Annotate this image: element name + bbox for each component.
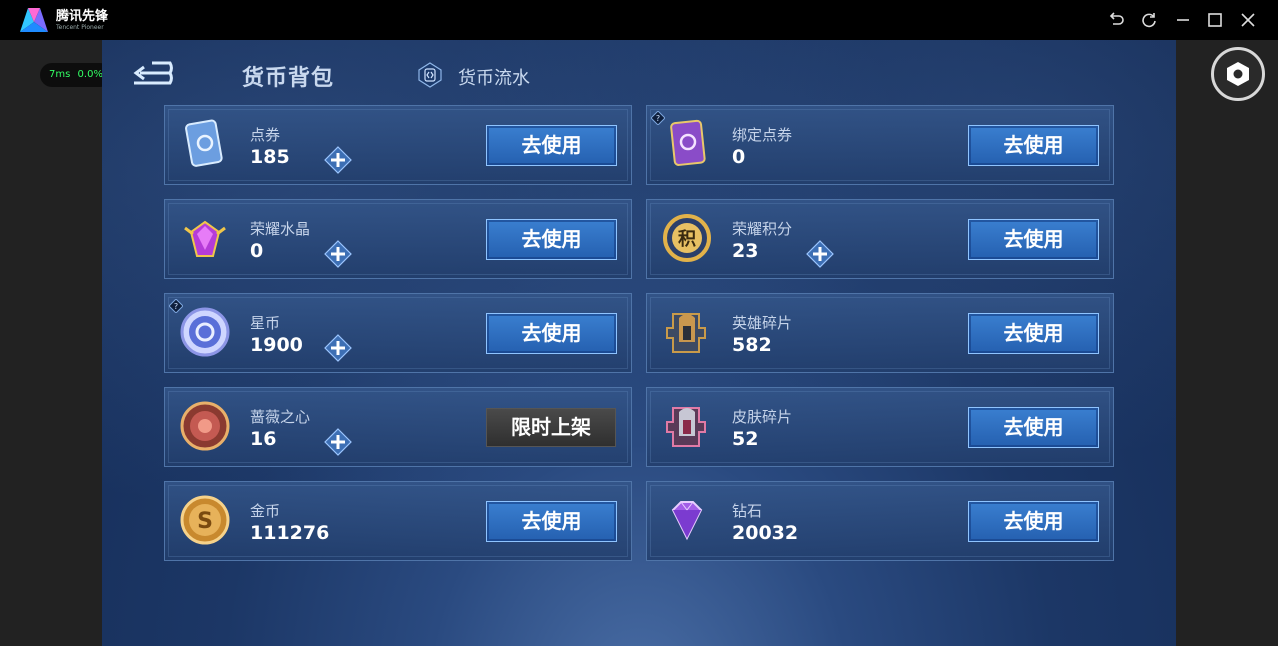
star-coin-icon [177,304,233,360]
currency-name: 钻石 [732,502,763,520]
currency-name: 英雄碎片 [732,314,793,332]
hexagon-icon [1227,62,1249,86]
app-subtitle: Tencent Pioneer [56,24,104,31]
add-currency-button[interactable] [806,240,834,268]
currency-history-link[interactable]: 货币流水 [458,64,530,90]
currency-amount: 0 [732,146,746,168]
app-name: 腾讯先锋 [56,9,109,24]
currency-amount: 1900 [250,334,303,356]
currency-history-icon[interactable] [418,62,442,88]
currency-card: 积 荣耀积分 23 去使用 [646,199,1114,279]
add-currency-button[interactable] [324,428,352,456]
add-currency-button[interactable] [324,334,352,362]
add-currency-button[interactable] [324,146,352,174]
close-icon[interactable] [1238,10,1258,30]
currency-amount: 582 [732,334,772,356]
limited-time-button[interactable]: 限时上架 [486,408,616,447]
loss-value: 0.0% [77,69,103,80]
back-icon[interactable] [1106,10,1126,30]
voucher-icon [177,116,233,172]
use-button[interactable]: 去使用 [968,313,1099,354]
currency-name: 皮肤碎片 [732,408,793,426]
bound-voucher-icon [659,116,715,172]
minimize-icon[interactable] [1173,10,1193,30]
use-button[interactable]: 去使用 [968,219,1099,260]
currency-name: 荣耀积分 [732,220,793,238]
currency-card: 英雄碎片 582 去使用 [646,293,1114,373]
currency-name: 金币 [250,502,281,520]
page-title: 货币背包 [242,66,335,91]
glory-points-icon: 积 [659,210,715,266]
app-logo-icon [18,6,50,34]
currency-amount: 111276 [250,522,330,544]
maximize-icon[interactable] [1205,10,1225,30]
svg-text:S: S [197,509,213,534]
currency-card: ? 绑定点券 0 去使用 [646,105,1114,185]
svg-text:积: 积 [678,229,696,250]
use-button[interactable]: 去使用 [486,125,617,166]
refresh-icon[interactable] [1139,10,1159,30]
currency-amount: 20032 [732,522,799,544]
plus-icon [324,240,352,268]
currency-amount: 185 [250,146,290,168]
currency-amount: 23 [732,240,759,262]
use-button[interactable]: 去使用 [486,219,617,260]
emulator-titlebar: 腾讯先锋 Tencent Pioneer [0,0,1278,40]
currency-name: 绑定点券 [732,126,793,144]
currency-name: 蔷薇之心 [250,408,311,426]
currency-name: 点券 [250,126,281,144]
use-button[interactable]: 去使用 [968,125,1099,166]
currency-name: 荣耀水晶 [250,220,311,238]
use-button[interactable]: 去使用 [968,407,1099,448]
currency-card: S 金币 111276 去使用 [164,481,632,561]
use-button[interactable]: 去使用 [486,501,617,542]
game-screen: 货币背包 货币流水 点券 185 去使用? 绑定点券 0 去使用 荣耀水晶 0 去使用积荣耀积分… [102,40,1176,646]
rose-heart-icon [177,398,233,454]
skin-shard-icon [659,398,715,454]
currency-card: 点券 185 去使用 [164,105,632,185]
add-currency-button[interactable] [324,240,352,268]
currency-card: 钻石 20032 去使用 [646,481,1114,561]
diamond-icon [659,492,715,548]
floating-menu-button[interactable] [1211,47,1265,101]
currency-card: ? 星币 1900 去使用 [164,293,632,373]
plus-icon [324,334,352,362]
hero-shard-icon [659,304,715,360]
currency-card: 蔷薇之心 16 限时上架 [164,387,632,467]
plus-icon [324,428,352,456]
currency-card: 皮肤碎片 52 去使用 [646,387,1114,467]
return-button[interactable] [130,58,184,88]
plus-icon [324,146,352,174]
use-button[interactable]: 去使用 [968,501,1099,542]
return-arrow-icon [133,61,173,85]
right-letterbox [1176,40,1278,646]
glory-crystal-icon [177,210,233,266]
currency-amount: 52 [732,428,759,450]
currency-card: 荣耀水晶 0 去使用 [164,199,632,279]
latency-value: 7ms [49,69,71,80]
gold-coin-icon: S [177,492,233,548]
currency-amount: 16 [250,428,277,450]
currency-name: 星币 [250,314,281,332]
plus-icon [806,240,834,268]
left-letterbox [0,40,102,646]
use-button[interactable]: 去使用 [486,313,617,354]
currency-amount: 0 [250,240,264,262]
